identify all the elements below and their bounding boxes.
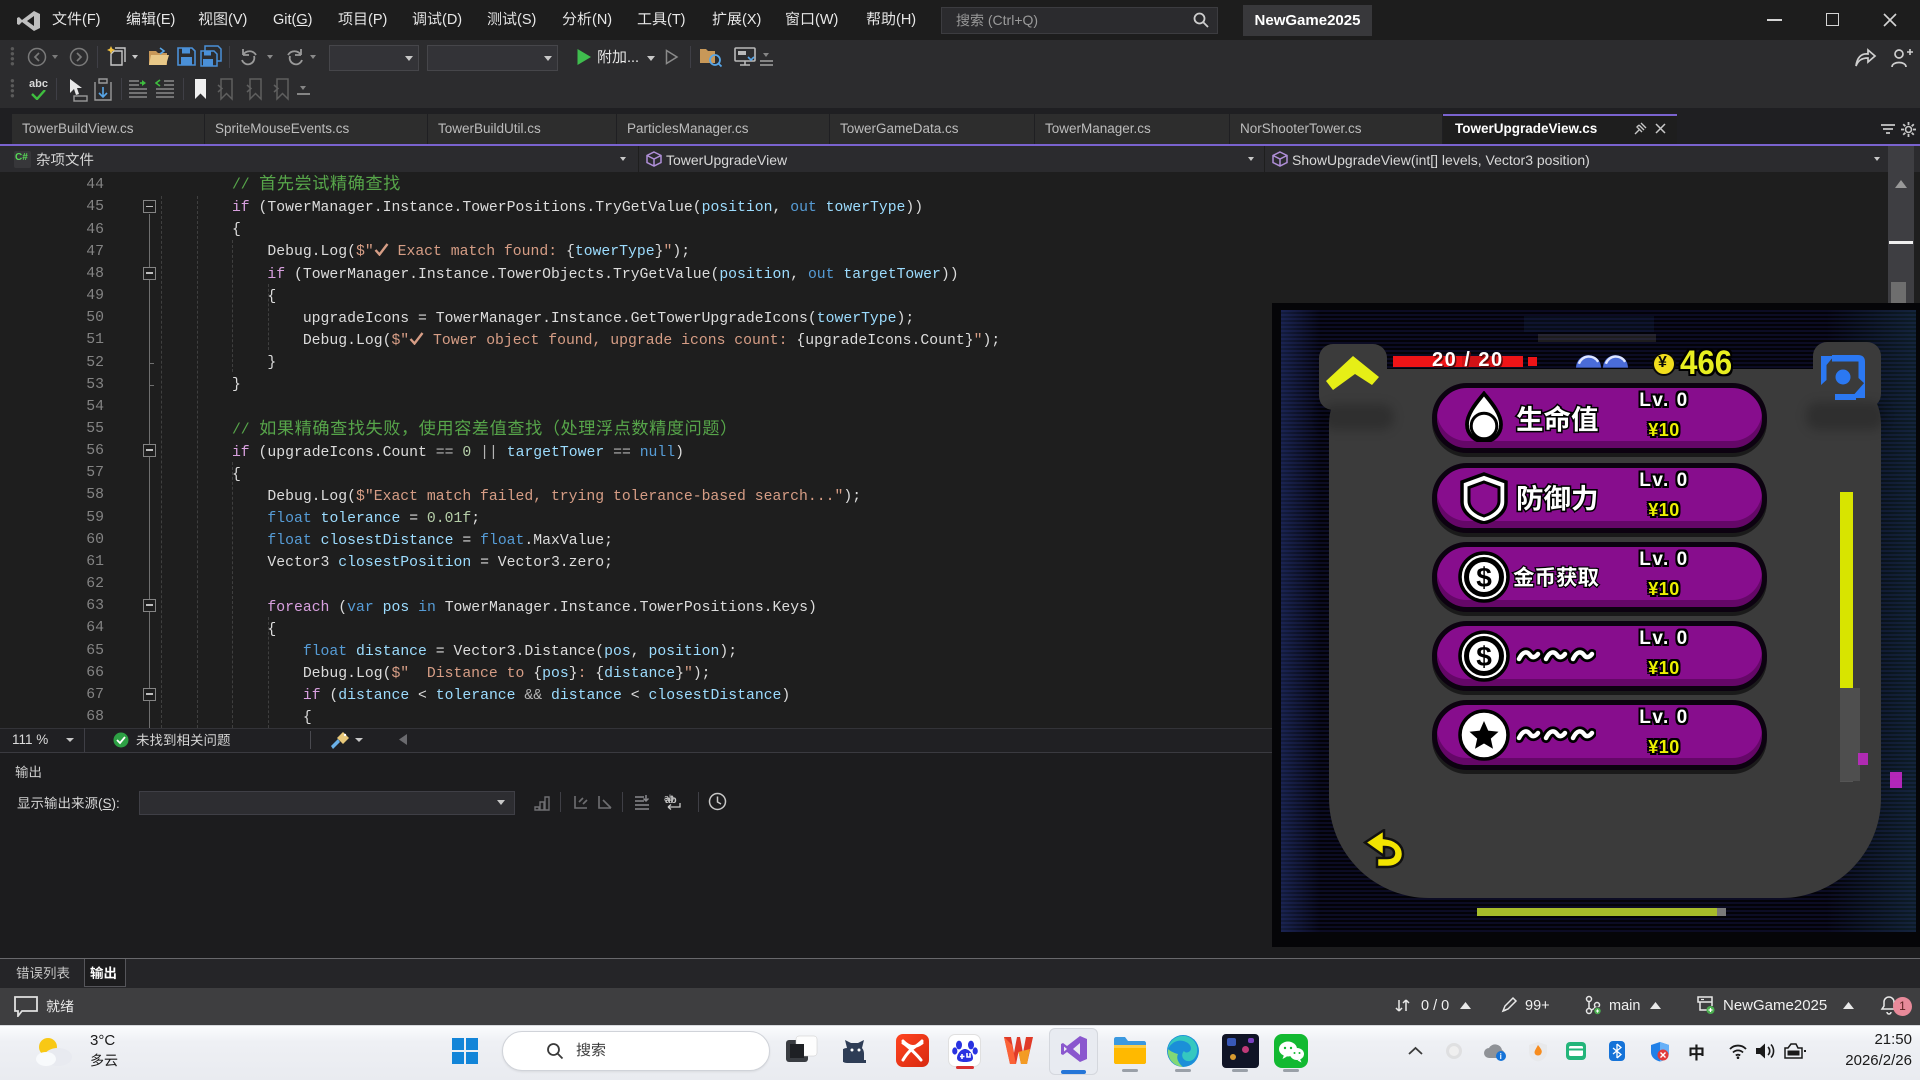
svg-text:ab: ab bbox=[664, 793, 674, 803]
svg-text:$: $ bbox=[1476, 562, 1492, 593]
svg-text:$: $ bbox=[1476, 641, 1492, 672]
svg-text:i: i bbox=[1500, 1052, 1502, 1061]
